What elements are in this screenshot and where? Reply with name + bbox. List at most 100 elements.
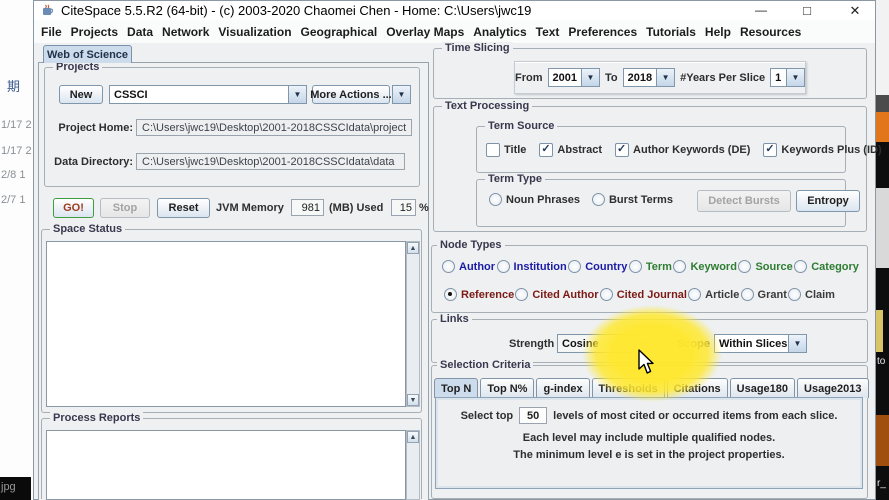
tab-web-of-science[interactable]: Web of Science xyxy=(43,45,132,63)
radio-icon[interactable] xyxy=(688,288,701,301)
radio-icon[interactable] xyxy=(444,288,457,301)
from-year-select[interactable]: 2001 ▼ xyxy=(548,68,600,87)
radio-icon[interactable] xyxy=(673,260,686,273)
tab-top-n[interactable]: Top N xyxy=(434,378,478,398)
close-button[interactable]: ✕ xyxy=(840,1,870,20)
selection-criteria-title: Selection Criteria xyxy=(437,359,533,371)
node-type-cited-journal[interactable]: Cited Journal xyxy=(600,288,687,301)
new-project-button[interactable]: New xyxy=(59,85,103,104)
radio-icon[interactable] xyxy=(629,260,642,273)
tab-usage2013[interactable]: Usage2013 xyxy=(797,378,869,398)
go-button[interactable]: GO! xyxy=(53,198,94,218)
to-label: To xyxy=(605,72,618,84)
checkbox-icon[interactable] xyxy=(539,143,553,157)
tab-top-n-percent[interactable]: Top N% xyxy=(480,378,534,398)
chevron-down-icon[interactable]: ▼ xyxy=(392,85,411,104)
radio-icon[interactable] xyxy=(738,260,751,273)
space-status-textarea[interactable] xyxy=(46,241,406,407)
space-status-scrollbar[interactable]: ▲ ▼ xyxy=(406,241,420,407)
node-type-claim[interactable]: Claim xyxy=(788,288,835,301)
jvm-memory-field[interactable]: 981 xyxy=(291,199,324,216)
process-reports-title: Process Reports xyxy=(50,412,143,424)
radio-icon[interactable] xyxy=(794,260,807,273)
radio-icon[interactable] xyxy=(592,193,605,206)
menu-preferences[interactable]: Preferences xyxy=(568,25,637,39)
checkbox-icon[interactable] xyxy=(486,143,500,157)
project-home-field[interactable]: C:\Users\jwc19\Desktop\2001-2018CSSCIdat… xyxy=(136,119,412,136)
node-type-keyword[interactable]: Keyword xyxy=(673,260,736,273)
checkbox-author-keywords[interactable]: Author Keywords (DE) xyxy=(615,143,750,157)
menu-file[interactable]: File xyxy=(41,25,62,39)
node-type-source[interactable]: Source xyxy=(738,260,792,273)
title-bar[interactable]: CiteSpace 5.5.R2 (64-bit) - (c) 2003-202… xyxy=(34,1,875,20)
scope-select[interactable]: Within Slices ▼ xyxy=(714,334,807,353)
radio-icon[interactable] xyxy=(568,260,581,273)
node-type-cited-author[interactable]: Cited Author xyxy=(515,288,598,301)
scroll-down-icon[interactable]: ▼ xyxy=(407,394,419,406)
process-reports-scrollbar[interactable]: ▲ xyxy=(406,430,420,500)
node-type-term[interactable]: Term xyxy=(629,260,672,273)
menu-network[interactable]: Network xyxy=(162,25,209,39)
detect-bursts-button[interactable]: Detect Bursts xyxy=(697,190,791,212)
radio-noun-phrases[interactable]: Noun Phrases xyxy=(489,193,580,206)
chevron-down-icon[interactable]: ▼ xyxy=(656,68,675,87)
menu-data[interactable]: Data xyxy=(127,25,153,39)
stop-button[interactable]: Stop xyxy=(100,198,150,218)
menu-analytics[interactable]: Analytics xyxy=(473,25,526,39)
term-source-title: Term Source xyxy=(485,120,557,132)
minimize-button[interactable]: — xyxy=(746,1,776,20)
checkbox-icon[interactable] xyxy=(763,143,777,157)
node-type-reference[interactable]: Reference xyxy=(444,288,514,301)
process-reports-textarea[interactable] xyxy=(46,430,406,500)
more-actions-dropdown[interactable]: ▼ xyxy=(392,85,411,104)
radio-icon[interactable] xyxy=(515,288,528,301)
node-type-author[interactable]: Author xyxy=(442,260,495,273)
scroll-up-icon[interactable]: ▲ xyxy=(407,431,419,443)
menu-visualization[interactable]: Visualization xyxy=(218,25,291,39)
node-type-grant[interactable]: Grant xyxy=(741,288,787,301)
scroll-up-icon[interactable]: ▲ xyxy=(407,242,419,254)
entropy-button[interactable]: Entropy xyxy=(796,190,860,212)
used-percent-field[interactable]: 15 xyxy=(391,199,416,216)
node-type-category[interactable]: Category xyxy=(794,260,859,273)
menu-overlay-maps[interactable]: Overlay Maps xyxy=(386,25,464,39)
checkbox-abstract[interactable]: Abstract xyxy=(539,143,602,157)
radio-icon[interactable] xyxy=(489,193,502,206)
chevron-down-icon[interactable]: ▼ xyxy=(288,85,307,104)
maximize-button[interactable]: □ xyxy=(792,1,822,20)
node-type-country[interactable]: Country xyxy=(568,260,627,273)
node-type-institution[interactable]: Institution xyxy=(497,260,567,273)
node-type-label: Country xyxy=(585,261,627,273)
checkbox-keywords-plus[interactable]: Keywords Plus (ID) xyxy=(763,143,881,157)
node-type-article[interactable]: Article xyxy=(688,288,739,301)
chevron-down-icon[interactable]: ▼ xyxy=(581,68,600,87)
reset-button[interactable]: Reset xyxy=(157,198,210,218)
to-year-select[interactable]: 2018 ▼ xyxy=(623,68,675,87)
data-directory-field[interactable]: C:\Users\jwc19\Desktop\2001-2018CSSCIdat… xyxy=(136,153,405,170)
menu-resources[interactable]: Resources xyxy=(740,25,801,39)
radio-icon[interactable] xyxy=(741,288,754,301)
select-top-suffix: levels of most cited or occurred items f… xyxy=(553,410,837,422)
background-window-right: to r_ xyxy=(876,0,889,500)
right-panel: Time Slicing From 2001 ▼ To 2018 ▼ #Year… xyxy=(429,43,871,500)
project-select[interactable]: CSSCI ▼ xyxy=(109,85,307,104)
menu-geographical[interactable]: Geographical xyxy=(301,25,378,39)
radio-burst-terms[interactable]: Burst Terms xyxy=(592,193,673,206)
menu-tutorials[interactable]: Tutorials xyxy=(646,25,696,39)
radio-icon[interactable] xyxy=(788,288,801,301)
menu-help[interactable]: Help xyxy=(705,25,731,39)
tab-usage180[interactable]: Usage180 xyxy=(730,378,795,398)
tab-g-index[interactable]: g-index xyxy=(536,378,589,398)
radio-icon[interactable] xyxy=(497,260,510,273)
years-per-slice-select[interactable]: 1 ▼ xyxy=(770,68,805,87)
checkbox-title[interactable]: Title xyxy=(486,143,526,157)
more-actions-button[interactable]: More Actions ... xyxy=(312,85,390,104)
checkbox-icon[interactable] xyxy=(615,143,629,157)
radio-icon[interactable] xyxy=(442,260,455,273)
menu-text[interactable]: Text xyxy=(536,25,560,39)
menu-projects[interactable]: Projects xyxy=(71,25,118,39)
chevron-down-icon[interactable]: ▼ xyxy=(788,334,807,353)
radio-icon[interactable] xyxy=(600,288,613,301)
chevron-down-icon[interactable]: ▼ xyxy=(786,68,805,87)
top-n-input[interactable]: 50 xyxy=(519,407,547,424)
